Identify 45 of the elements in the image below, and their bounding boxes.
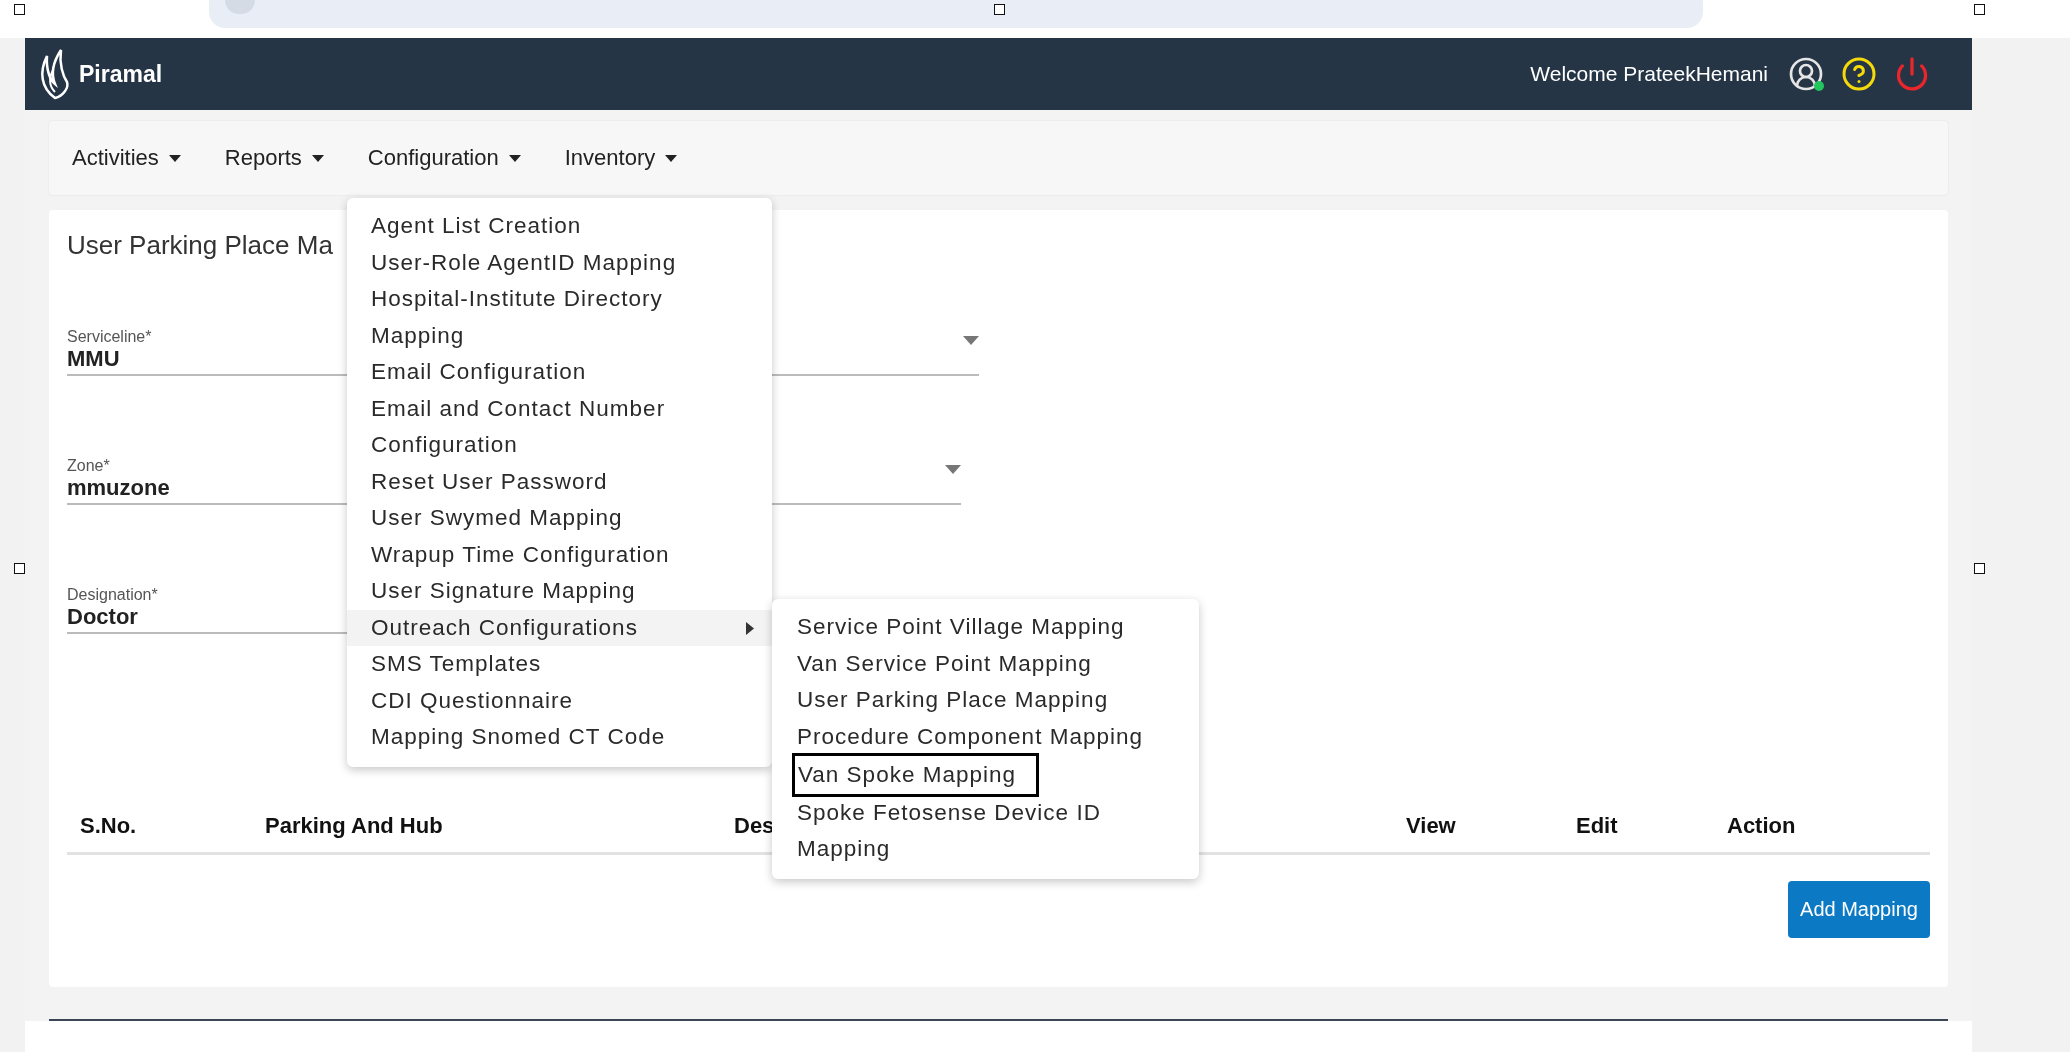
submenu-item[interactable]: User Parking Place Mapping [797,682,1172,719]
nav-menu-item[interactable]: Activities [72,145,181,171]
menu-item[interactable]: Wrapup Time Configuration [347,536,772,573]
menu-item[interactable]: CDI Questionnaire [347,682,772,719]
selection-handle[interactable] [1974,4,1985,15]
nav-menu-item[interactable]: Configuration [367,145,521,171]
nav-menu-item[interactable]: Reports [224,145,324,171]
column-header: Action [1727,813,1796,839]
welcome-text: Welcome PrateekHemani [1530,62,1768,86]
selection-handle[interactable] [14,563,25,574]
caret-icon [168,154,181,162]
caret-icon [665,154,678,162]
menu-item[interactable]: User Signature Mapping [347,573,772,610]
add-mapping-button[interactable]: Add Mapping [1788,881,1930,938]
brand-name: Piramal [79,60,163,88]
column-header: View [1406,813,1456,839]
menu-item[interactable]: Mapping Snomed CT Code [347,719,772,756]
column-header: Parking And Hub [265,813,443,839]
selection-handle[interactable] [994,4,1005,15]
submenu-item[interactable]: Van Spoke Mapping [792,753,1039,797]
submenu-item[interactable]: Van Service Point Mapping [797,645,1172,682]
menu-item[interactable]: SMS Templates [347,646,772,683]
menu-item[interactable]: Outreach Configurations [347,609,772,646]
help-icon[interactable] [1841,56,1877,92]
column-header: Edit [1576,813,1618,839]
caret-icon [311,154,324,162]
caret-icon [508,154,521,162]
menu-item[interactable]: Reset User Password [347,463,772,500]
menu-item[interactable]: Agent List Creation [347,208,772,245]
nav-menu-item[interactable]: Inventory [564,145,678,171]
menu-item[interactable]: Email and Contact Number Configuration [347,390,772,464]
menu-item[interactable]: User-Role AgentID Mapping [347,244,772,281]
submenu-item[interactable]: Procedure Component Mapping [797,718,1172,755]
column-header: Des [734,813,775,839]
selection-handle[interactable] [14,4,25,15]
power-icon[interactable] [1894,56,1930,92]
menu-item[interactable]: Email Configuration [347,354,772,391]
page-title: User Parking Place Ma [67,230,333,262]
user-icon[interactable] [1788,56,1824,92]
column-header: S.No. [80,813,137,839]
menu-item[interactable]: Hospital-Institute Directory Mapping [347,281,772,354]
submenu-item[interactable]: Service Point Village Mapping [797,609,1172,646]
selection-handle[interactable] [1974,563,1985,574]
submenu-item[interactable]: Spoke Fetosense Device ID Mapping [797,794,1172,868]
menu-item[interactable]: User Swymed Mapping [347,500,772,537]
